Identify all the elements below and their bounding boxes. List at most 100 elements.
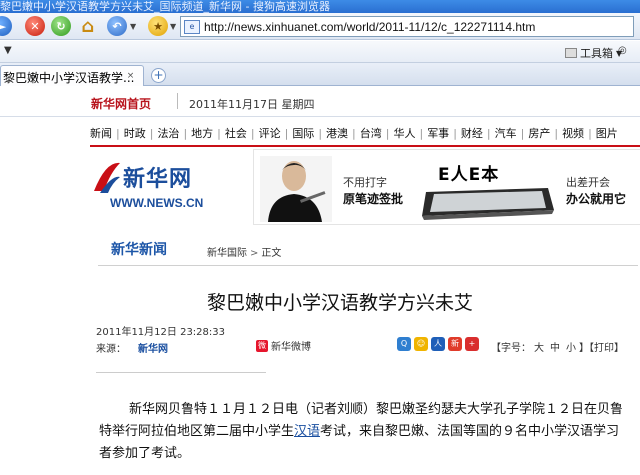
share-sina-icon[interactable]: 新 <box>448 337 462 351</box>
article-datetime: 2011年11月12日 23:28:33 <box>96 327 225 338</box>
refresh-icon: ↻ <box>56 19 66 33</box>
channel-link[interactable]: 法治 <box>157 125 179 141</box>
ad-person-image <box>260 156 332 222</box>
channel-link[interactable]: 华人 <box>393 125 415 141</box>
share-qzone-icon[interactable]: Q <box>397 337 411 351</box>
channel-link[interactable]: 评论 <box>259 125 281 141</box>
source-label: 来源： <box>96 344 126 355</box>
ad-banner[interactable]: 不用打字 原笔迹签批 E人E本 出差开会 办公就用它 <box>253 149 640 225</box>
address-url[interactable]: http://news.xinhuanet.com/world/2011-11/… <box>204 20 535 34</box>
home-icon: ⌂ <box>81 15 95 37</box>
share-more-icon[interactable]: + <box>465 337 479 351</box>
ad-text-1: 不用打字 <box>343 176 387 189</box>
window-title: 黎巴嫩中小学汉语教学方兴未艾_国际频道_新华网 - 搜狗高速浏览器 <box>0 0 330 13</box>
font-size-label-close: 】 <box>579 343 589 354</box>
channel-link[interactable]: 财经 <box>461 125 483 141</box>
chevron-down-icon[interactable]: ▼ <box>4 45 12 56</box>
article-headline: 黎巴嫩中小学汉语教学方兴未艾 <box>206 292 473 314</box>
share-kaixin-icon[interactable]: 人 <box>431 337 445 351</box>
channel-separator: | <box>250 127 255 140</box>
home-button[interactable]: ⌂ <box>77 15 99 37</box>
ad-tablet-image <box>422 188 554 220</box>
channel-separator: | <box>284 127 289 140</box>
channel-link[interactable]: 汽车 <box>495 125 517 141</box>
channel-separator: | <box>149 127 154 140</box>
channel-link[interactable]: 图片 <box>596 125 618 141</box>
source-name[interactable]: 新华网 <box>126 344 168 355</box>
secondary-toolbar: ▼ 工具箱 ▼ ◎ <box>0 41 640 63</box>
window-title-bar: 黎巴嫩中小学汉语教学方兴未艾_国际频道_新华网 - 搜狗高速浏览器 <box>0 0 640 13</box>
chevron-down-icon[interactable]: ▼ <box>170 22 176 31</box>
close-icon[interactable]: × <box>124 70 137 83</box>
channel-separator: | <box>520 127 525 140</box>
channel-link[interactable]: 新闻 <box>90 125 112 141</box>
channel-separator: | <box>588 127 592 140</box>
channel-separator: | <box>318 127 323 140</box>
favorites-button[interactable]: ★ <box>148 16 168 36</box>
section-title[interactable]: 新华新闻 <box>111 239 167 259</box>
undo-button[interactable]: ↶ <box>107 16 127 36</box>
tab-strip: 黎巴嫩中小学汉语教学... × + <box>0 63 640 86</box>
channel-separator: | <box>183 127 188 140</box>
new-tab-button[interactable]: + <box>151 68 166 83</box>
weibo-link[interactable]: 微 新华微博 <box>256 338 311 353</box>
address-bar[interactable]: e http://news.xinhuanet.com/world/2011-1… <box>180 16 634 37</box>
channel-separator: | <box>486 127 491 140</box>
breadcrumb-channel[interactable]: 新华国际 <box>207 248 247 259</box>
weibo-label: 新华微博 <box>271 342 311 353</box>
toolbox-button[interactable]: 工具箱 ▼ <box>565 45 622 61</box>
tab-title: 黎巴嫩中小学汉语教学... <box>3 71 135 85</box>
channel-separator: | <box>217 127 221 140</box>
home-link[interactable]: 新华网首页 <box>91 95 151 112</box>
logo-mark-icon <box>94 162 120 193</box>
help-button[interactable]: ◎ <box>618 45 627 56</box>
web-page: 新华网首页 2011年11月17日 星期四 新闻 | 时政 | 法治 | 地方 | 社会 | 评论 |… <box>0 87 640 475</box>
section-divider <box>98 265 638 266</box>
breadcrumb-separator: > <box>250 248 259 259</box>
channel-link[interactable]: 时政 <box>124 125 146 141</box>
font-size-small[interactable]: 小 <box>563 343 579 354</box>
font-size-control: 【字号：大中小】【打印】 <box>491 339 624 354</box>
logo-name-en: WWW.NEWS.CN <box>110 196 204 210</box>
close-icon: ✕ <box>30 19 40 33</box>
channel-link[interactable]: 港澳 <box>326 125 348 141</box>
channel-separator: | <box>554 127 559 140</box>
print-link[interactable]: 【打印】 <box>589 343 624 354</box>
font-size-large[interactable]: 大 <box>531 343 547 354</box>
share-icons: Q ☺ 人 新 + <box>397 337 479 351</box>
separator <box>177 93 178 109</box>
channel-separator: | <box>352 127 356 140</box>
tab-active[interactable]: 黎巴嫩中小学汉语教学... × <box>0 65 144 86</box>
font-size-medium[interactable]: 中 <box>547 343 563 354</box>
ad-text-3: 出差开会 <box>566 176 610 189</box>
current-date: 2011年11月17日 星期四 <box>189 98 315 111</box>
channel-separator: | <box>419 127 424 140</box>
red-divider <box>90 145 640 147</box>
channel-separator: | <box>453 127 457 140</box>
font-size-label: 【字号： <box>491 343 531 354</box>
undo-icon: ↶ <box>112 19 122 33</box>
channel-link[interactable]: 视频 <box>562 125 584 141</box>
stop-button[interactable]: ✕ <box>25 16 45 36</box>
channel-link[interactable]: 国际 <box>292 125 314 141</box>
ad-text-2: 原笔迹签批 <box>343 192 404 206</box>
share-renren-icon[interactable]: ☺ <box>414 337 428 351</box>
chevron-down-icon[interactable]: ▼ <box>130 22 136 31</box>
logo-name-cn: 新华网 <box>123 167 193 192</box>
refresh-button[interactable]: ↻ <box>51 16 71 36</box>
channel-link[interactable]: 军事 <box>427 125 449 141</box>
arrow-right-icon: ► <box>0 19 7 33</box>
channel-link[interactable]: 地方 <box>191 125 213 141</box>
channel-link[interactable]: 台湾 <box>360 125 382 141</box>
channel-link[interactable]: 社会 <box>225 125 247 141</box>
toolbox-icon <box>565 48 577 58</box>
channel-nav: 新闻 | 时政 | 法治 | 地方 | 社会 | 评论 | 国际 | 港澳 | 台湾 | 华人 | 军事 | 财经 | 汽车 | 房… <box>90 125 640 141</box>
channel-link[interactable]: 房产 <box>528 125 550 141</box>
toolbox-label: 工具箱 <box>580 47 613 60</box>
keyword-link[interactable]: 汉语 <box>294 424 320 439</box>
site-logo[interactable]: 新华网 WWW.NEWS.CN <box>90 149 250 225</box>
site-top-bar: 新华网首页 2011年11月17日 星期四 <box>0 87 640 117</box>
ad-text-4: 办公就用它 <box>566 192 627 206</box>
back-button[interactable]: ► <box>0 16 12 36</box>
article-source: 来源： 新华网 <box>96 340 168 355</box>
